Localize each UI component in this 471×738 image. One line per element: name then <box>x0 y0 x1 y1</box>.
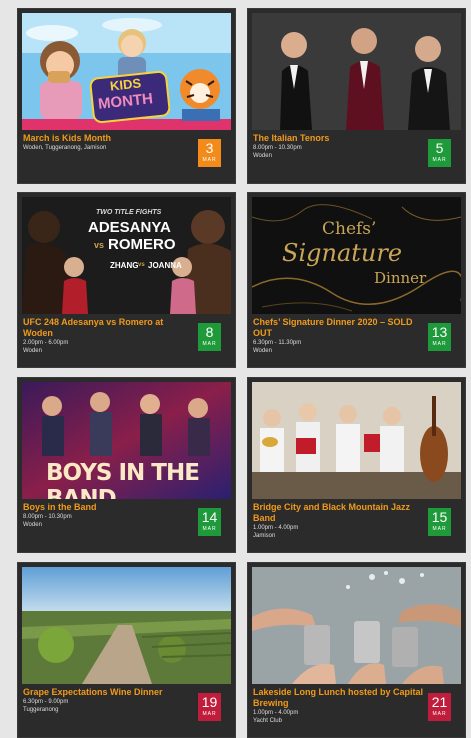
chefs-title-line1: Chefs’ <box>322 219 377 239</box>
event-info: March is Kids Month Woden, Tuggeranong, … <box>23 133 228 181</box>
event-title[interactable]: March is Kids Month <box>23 133 195 144</box>
event-info: Grape Expectations Wine Dinner 6.30pm - … <box>23 687 228 735</box>
event-image-italian-tenors[interactable] <box>252 13 461 130</box>
event-card-boys-in-the-band[interactable]: BOYS IN THE BAND Boys in the Band 8.00pm… <box>17 377 236 553</box>
ufc-undercard-vs: vs <box>138 262 145 268</box>
date-badge: 15 MAR <box>428 508 451 536</box>
event-title[interactable]: UFC 248 Adesanya vs Romero at Woden <box>23 317 195 339</box>
date-day: 15 <box>431 509 448 525</box>
event-image-lakeside-long-lunch[interactable] <box>252 567 461 684</box>
date-day: 5 <box>435 140 444 156</box>
date-badge: 5 MAR <box>428 139 451 167</box>
event-image-kids-month[interactable]: KIDS MONTH <box>22 13 231 130</box>
event-image-ufc-248[interactable]: TWO TITLE FIGHTS ADESANYA vs ROMERO ZHAN… <box>22 197 231 314</box>
date-day: 21 <box>431 694 448 710</box>
ufc-vs: vs <box>94 240 105 250</box>
date-badge: 14 MAR <box>198 508 221 536</box>
event-info: UFC 248 Adesanya vs Romero at Woden 2.00… <box>23 317 228 365</box>
date-month: MAR <box>432 526 447 532</box>
date-badge: 3 MAR <box>198 139 221 167</box>
date-badge: 19 MAR <box>198 693 221 721</box>
date-month: MAR <box>432 157 447 163</box>
date-day: 13 <box>431 324 448 340</box>
event-title[interactable]: The Italian Tenors <box>253 133 425 144</box>
ufc-fighter2: ROMERO <box>108 236 176 253</box>
event-title[interactable]: Bridge City and Black Mountain Jazz Band <box>253 502 425 524</box>
event-info: Boys in the Band 8.00pm - 10.30pm Woden … <box>23 502 228 550</box>
ufc-undercard1: ZHANG <box>110 261 139 270</box>
chefs-title-line2: Signature <box>282 239 403 267</box>
date-month: MAR <box>202 526 217 532</box>
date-badge: 13 MAR <box>428 323 451 351</box>
event-info: Chefs’ Signature Dinner 2020 – SOLD OUT … <box>253 317 458 365</box>
event-title[interactable]: Lakeside Long Lunch hosted by Capital Br… <box>253 687 425 709</box>
event-image-chefs-signature[interactable]: Chefs’ Signature Dinner <box>252 197 461 314</box>
chefs-title-line3: Dinner <box>374 269 427 287</box>
event-image-boys-in-the-band[interactable]: BOYS IN THE BAND <box>22 382 231 499</box>
event-card-grape-expectations[interactable]: Grape Expectations Wine Dinner 6.30pm - … <box>17 562 236 738</box>
event-info: Bridge City and Black Mountain Jazz Band… <box>253 502 458 550</box>
event-card-ufc-248[interactable]: TWO TITLE FIGHTS ADESANYA vs ROMERO ZHAN… <box>17 192 236 368</box>
event-image-grape-expectations[interactable] <box>22 567 231 684</box>
event-card-kids-month[interactable]: KIDS MONTH March is Kids Month Woden, Tu… <box>17 8 236 184</box>
event-card-lakeside-long-lunch[interactable]: Lakeside Long Lunch hosted by Capital Br… <box>247 562 466 738</box>
ufc-fighter1: ADESANYA <box>88 219 171 236</box>
event-info: Lakeside Long Lunch hosted by Capital Br… <box>253 687 458 735</box>
date-day: 14 <box>201 509 218 525</box>
date-badge: 8 MAR <box>198 323 221 351</box>
date-badge: 21 MAR <box>428 693 451 721</box>
events-grid: KIDS MONTH March is Kids Month Woden, Tu… <box>0 0 471 738</box>
date-month: MAR <box>432 341 447 347</box>
ufc-undercard2: JOANNA <box>148 261 182 270</box>
boys-banner: BOYS IN THE BAND <box>46 460 200 499</box>
event-title[interactable]: Chefs’ Signature Dinner 2020 – SOLD OUT <box>253 317 425 339</box>
date-day: 3 <box>205 140 214 156</box>
event-card-chefs-signature[interactable]: Chefs’ Signature Dinner Chefs’ Signature… <box>247 192 466 368</box>
event-image-jazz-band[interactable] <box>252 382 461 499</box>
date-day: 8 <box>205 324 214 340</box>
event-card-italian-tenors[interactable]: The Italian Tenors 8.00pm - 10.30pm Wode… <box>247 8 466 184</box>
ufc-tagline: TWO TITLE FIGHTS <box>96 209 162 216</box>
date-day: 19 <box>201 694 218 710</box>
event-card-jazz-band[interactable]: Bridge City and Black Mountain Jazz Band… <box>247 377 466 553</box>
event-info: The Italian Tenors 8.00pm - 10.30pm Wode… <box>253 133 458 181</box>
date-month: MAR <box>202 341 217 347</box>
date-month: MAR <box>202 711 217 717</box>
event-title[interactable]: Grape Expectations Wine Dinner <box>23 687 195 698</box>
event-title[interactable]: Boys in the Band <box>23 502 195 513</box>
date-month: MAR <box>432 711 447 717</box>
date-month: MAR <box>202 157 217 163</box>
